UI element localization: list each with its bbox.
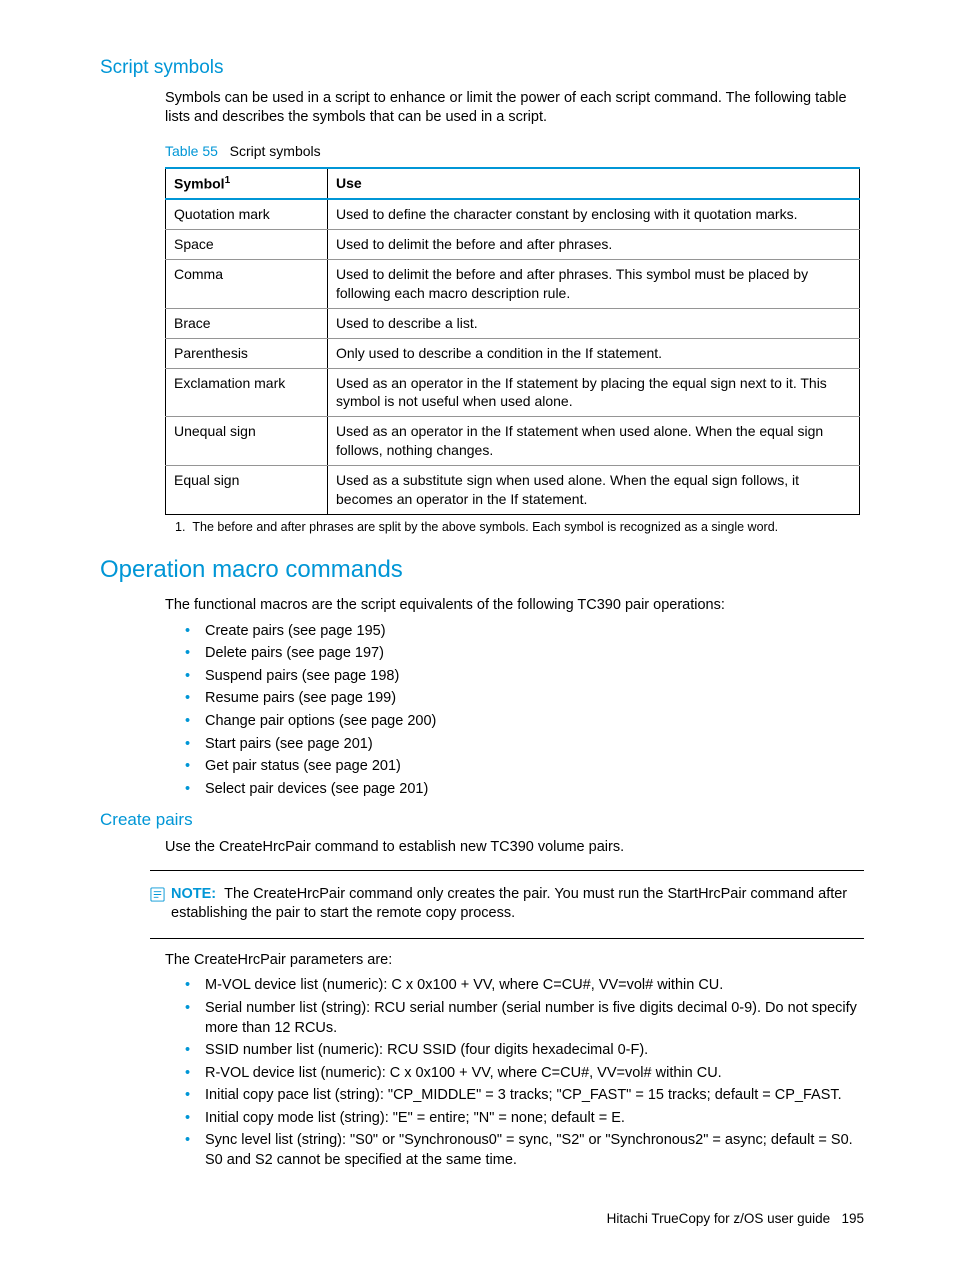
cell-symbol: Comma — [166, 259, 328, 308]
cell-symbol: Parenthesis — [166, 338, 328, 368]
para-params-intro: The CreateHrcPair parameters are: — [165, 951, 864, 971]
list-item: Initial copy pace list (string): "CP_MID… — [185, 1086, 864, 1106]
cell-symbol: Unequal sign — [166, 417, 328, 466]
cell-use: Used to describe a list. — [328, 308, 860, 338]
note-icon — [150, 887, 165, 902]
list-item: R-VOL device list (numeric): C x 0x100 +… — [185, 1064, 864, 1084]
para-operation-macro: The functional macros are the script equ… — [165, 596, 864, 616]
col-symbol: Symbol1 — [166, 168, 328, 200]
cell-use: Used to define the character constant by… — [328, 199, 860, 229]
table-row: Equal signUsed as a substitute sign when… — [166, 466, 860, 515]
list-item: Select pair devices (see page 201) — [185, 780, 864, 800]
list-item: Change pair options (see page 200) — [185, 712, 864, 732]
table-row: CommaUsed to delimit the before and afte… — [166, 259, 860, 308]
operation-list: Create pairs (see page 195)Delete pairs … — [185, 622, 864, 800]
table-header-row: Symbol1 Use — [166, 168, 860, 200]
list-item: Serial number list (string): RCU serial … — [185, 999, 864, 1038]
note-text: NOTE: The CreateHrcPair command only cre… — [171, 885, 864, 924]
cell-use: Only used to describe a condition in the… — [328, 338, 860, 368]
heading-script-symbols: Script symbols — [100, 55, 864, 81]
heading-operation-macro: Operation macro commands — [100, 554, 864, 586]
heading-create-pairs: Create pairs — [100, 809, 864, 832]
table-row: BraceUsed to describe a list. — [166, 308, 860, 338]
note-label: NOTE: — [171, 886, 216, 902]
table-footnote: 1. The before and after phrases are spli… — [175, 519, 864, 536]
cell-use: Used to delimit the before and after phr… — [328, 259, 860, 308]
page-footer: Hitachi TrueCopy for z/OS user guide 195 — [100, 1210, 864, 1228]
table-row: Quotation markUsed to define the charact… — [166, 199, 860, 229]
list-item: Suspend pairs (see page 198) — [185, 667, 864, 687]
list-item: Initial copy mode list (string): "E" = e… — [185, 1109, 864, 1129]
list-item: M-VOL device list (numeric): C x 0x100 +… — [185, 976, 864, 996]
list-item: Delete pairs (see page 197) — [185, 644, 864, 664]
table-row: SpaceUsed to delimit the before and afte… — [166, 230, 860, 260]
note-block: NOTE: The CreateHrcPair command only cre… — [150, 870, 864, 939]
table-caption: Table 55 Script symbols — [165, 142, 864, 161]
list-item: SSID number list (numeric): RCU SSID (fo… — [185, 1041, 864, 1061]
cell-use: Used as an operator in the If statement … — [328, 417, 860, 466]
cell-use: Used to delimit the before and after phr… — [328, 230, 860, 260]
list-item: Sync level list (string): "S0" or "Synch… — [185, 1131, 864, 1170]
table-label: Table 55 — [165, 143, 218, 159]
table-title: Script symbols — [230, 143, 321, 159]
para-script-symbols: Symbols can be used in a script to enhan… — [165, 89, 864, 128]
cell-symbol: Space — [166, 230, 328, 260]
cell-symbol: Equal sign — [166, 466, 328, 515]
cell-use: Used as an operator in the If statement … — [328, 368, 860, 417]
param-list: M-VOL device list (numeric): C x 0x100 +… — [185, 976, 864, 1170]
list-item: Start pairs (see page 201) — [185, 735, 864, 755]
list-item: Create pairs (see page 195) — [185, 622, 864, 642]
cell-symbol: Quotation mark — [166, 199, 328, 229]
table-row: Unequal signUsed as an operator in the I… — [166, 417, 860, 466]
cell-symbol: Exclamation mark — [166, 368, 328, 417]
list-item: Resume pairs (see page 199) — [185, 689, 864, 709]
para-create-pairs: Use the CreateHrcPair command to establi… — [165, 838, 864, 858]
table-row: ParenthesisOnly used to describe a condi… — [166, 338, 860, 368]
script-symbols-table: Symbol1 Use Quotation markUsed to define… — [165, 167, 860, 515]
table-row: Exclamation markUsed as an operator in t… — [166, 368, 860, 417]
col-use: Use — [328, 168, 860, 200]
cell-use: Used as a substitute sign when used alon… — [328, 466, 860, 515]
list-item: Get pair status (see page 201) — [185, 757, 864, 777]
cell-symbol: Brace — [166, 308, 328, 338]
